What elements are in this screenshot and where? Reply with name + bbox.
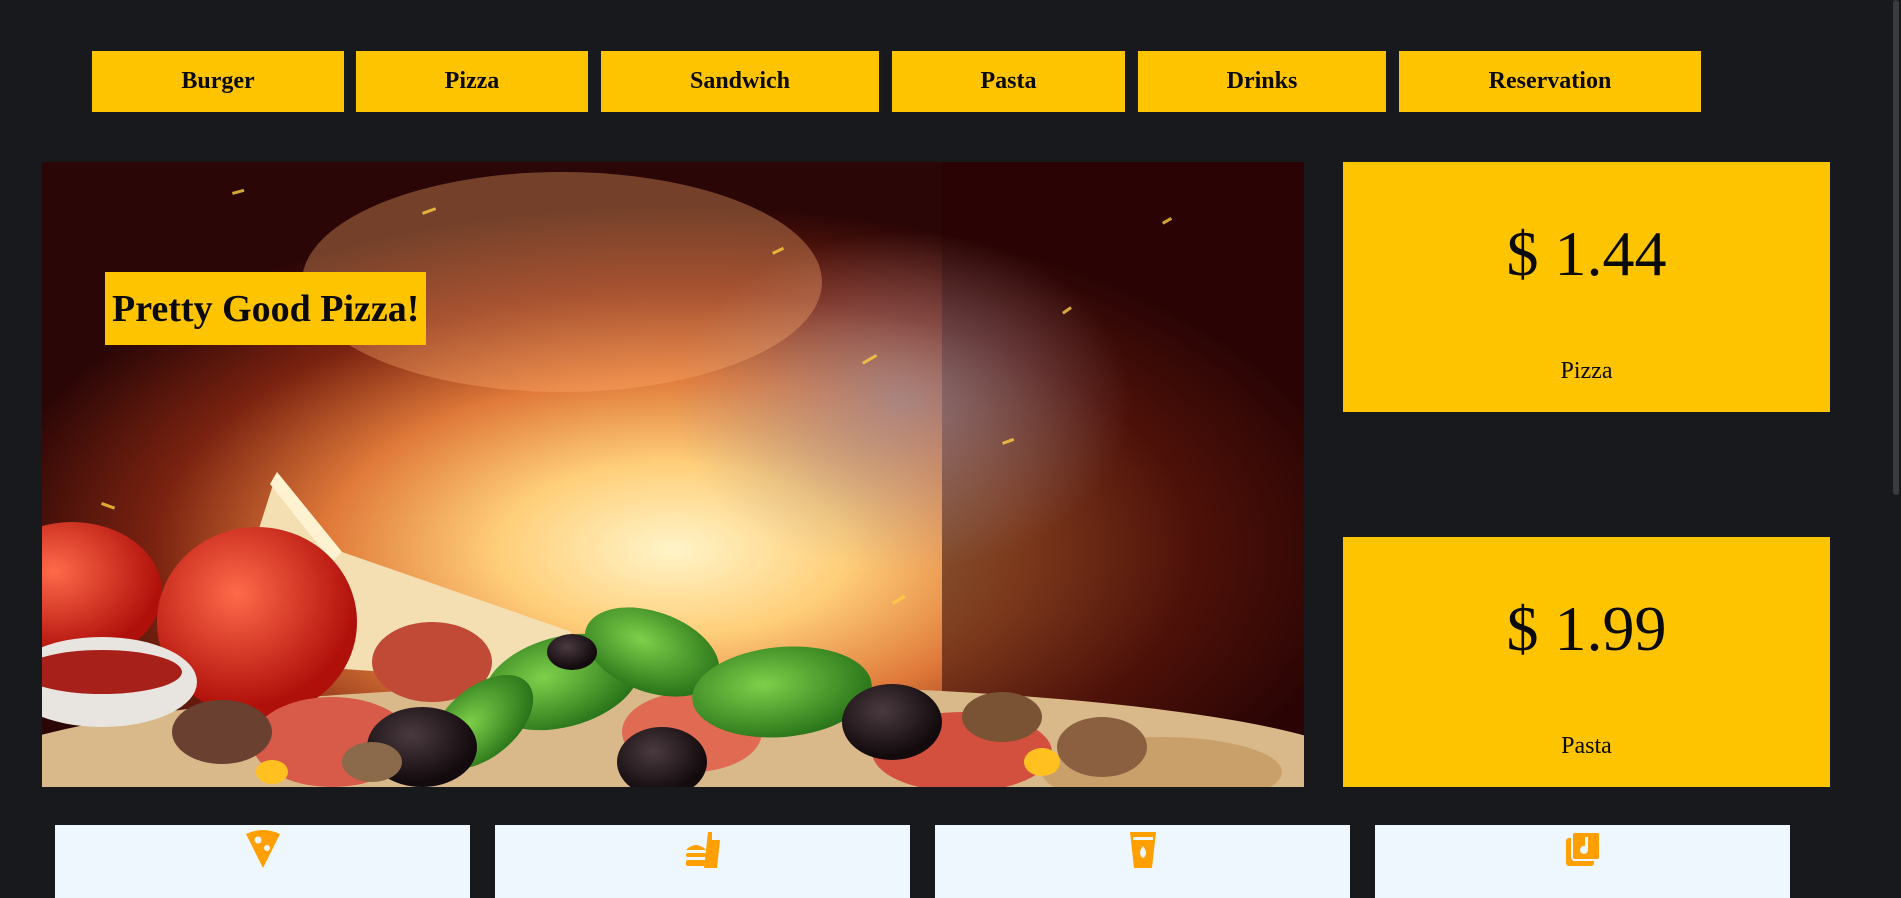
- pizza-slice-icon: [245, 830, 280, 868]
- category-card-drinks[interactable]: [935, 825, 1350, 898]
- fast-food-icon: [685, 832, 720, 868]
- scrollbar-thumb[interactable]: [1893, 0, 1899, 495]
- nav-reservation-button[interactable]: Reservation: [1399, 51, 1701, 112]
- nav-sandwich-button[interactable]: Sandwich: [601, 51, 879, 112]
- price-card-pizza[interactable]: $ 1.44 Pizza: [1343, 162, 1830, 412]
- drink-cup-icon: [1129, 832, 1156, 868]
- nav-burger-button[interactable]: Burger: [92, 51, 344, 112]
- nav-drinks-button[interactable]: Drinks: [1138, 51, 1386, 112]
- category-card-pizza[interactable]: [55, 825, 470, 898]
- hero-pizza-image: [42, 162, 1304, 787]
- category-card-music[interactable]: [1375, 825, 1790, 898]
- price-label: Pizza: [1560, 358, 1613, 384]
- price-label: Pasta: [1561, 733, 1612, 759]
- music-library-icon: [1565, 831, 1601, 866]
- page-scrollbar[interactable]: [1891, 0, 1901, 898]
- hero-title: Pretty Good Pizza!: [105, 272, 427, 345]
- hero-banner: Pretty Good Pizza!: [42, 162, 1304, 787]
- category-card-fast-food[interactable]: [495, 825, 910, 898]
- nav-pizza-button[interactable]: Pizza: [356, 51, 588, 112]
- nav-pasta-button[interactable]: Pasta: [892, 51, 1125, 112]
- price-card-pasta[interactable]: $ 1.99 Pasta: [1343, 537, 1830, 787]
- price-value: $ 1.44: [1506, 218, 1667, 289]
- price-value: $ 1.99: [1506, 593, 1667, 664]
